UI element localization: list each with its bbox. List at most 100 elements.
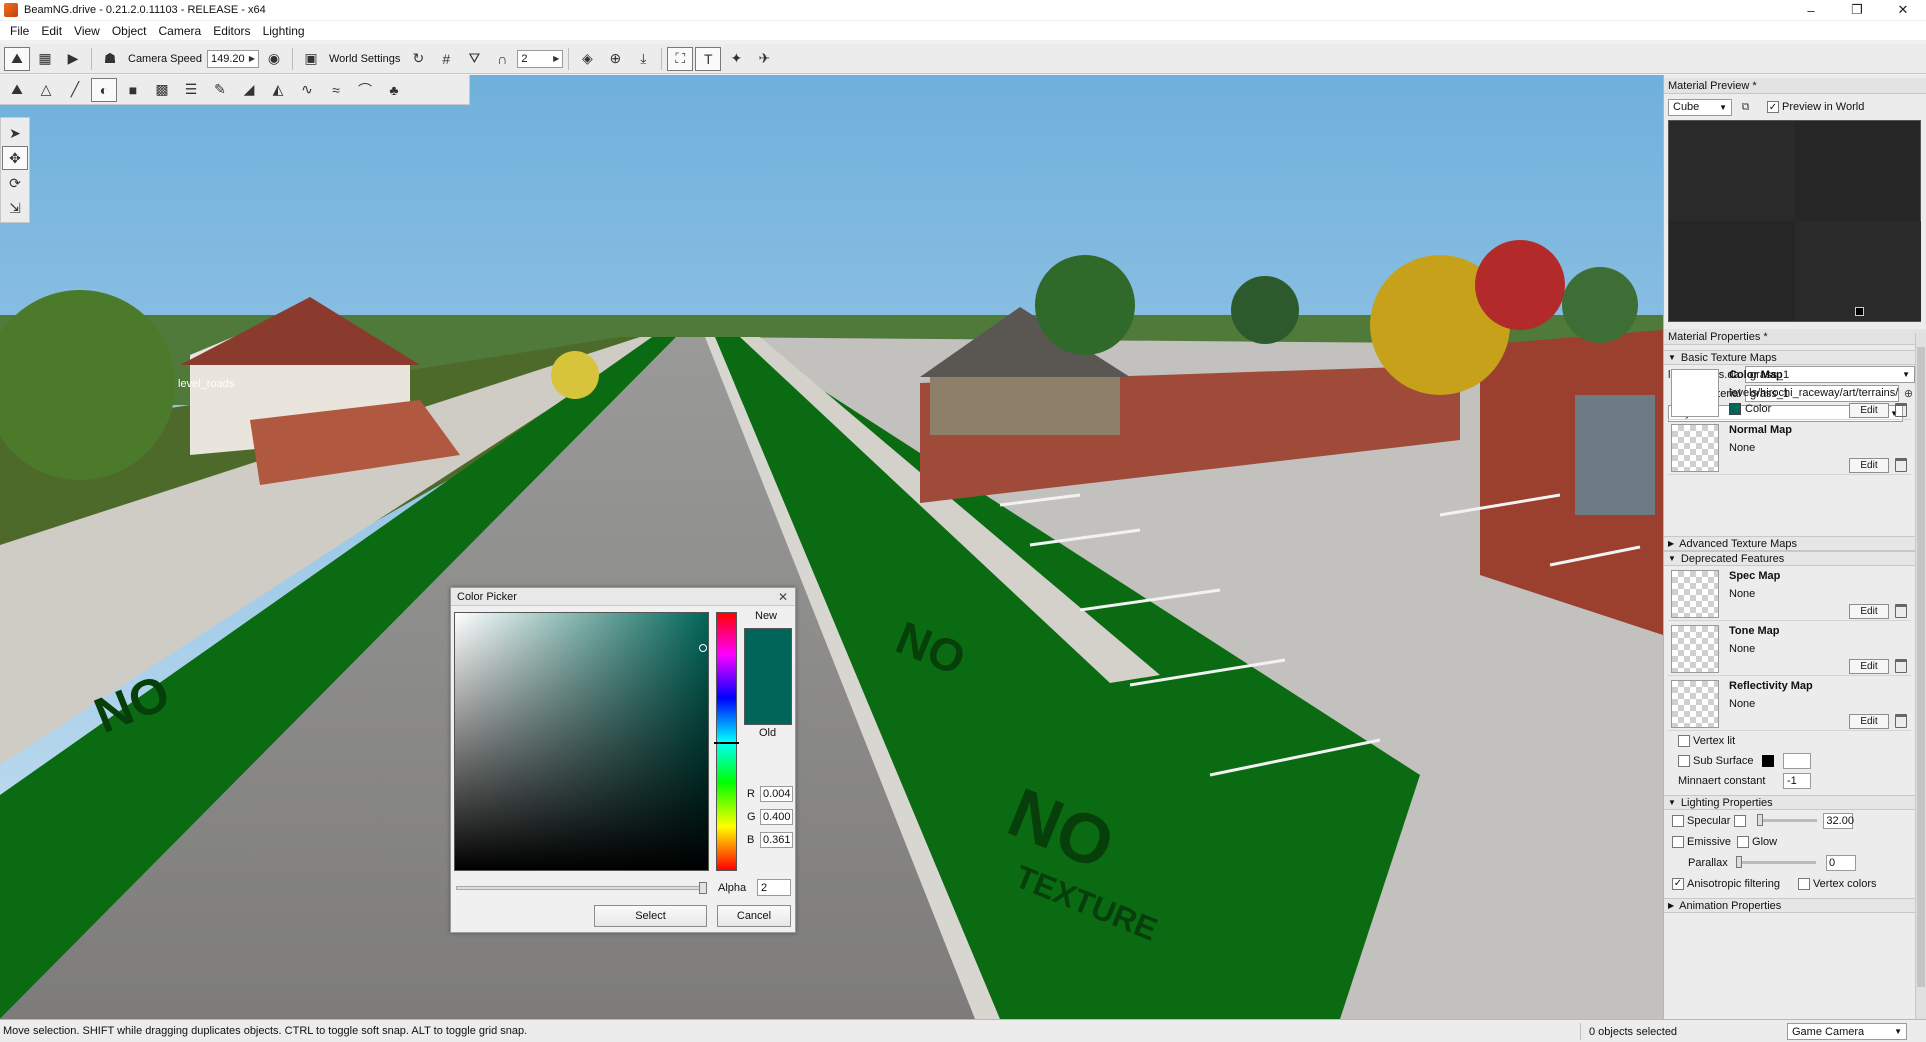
ramp-icon[interactable]: ◢ xyxy=(236,78,262,102)
rotate-icon[interactable]: ⟳ xyxy=(2,171,28,195)
spec-map-edit-button[interactable]: Edit xyxy=(1849,604,1889,619)
visibility-eye-icon[interactable]: ◉ xyxy=(261,47,287,71)
trash-icon[interactable] xyxy=(1895,659,1907,673)
select-arrow-icon[interactable]: ➤ xyxy=(2,121,28,145)
hue-slider[interactable] xyxy=(714,612,739,871)
landscape-icon[interactable]: ⛰ xyxy=(4,78,30,102)
spin-right-icon[interactable]: ▶ xyxy=(553,54,559,63)
color-map-edit-button[interactable]: Edit xyxy=(1849,403,1889,418)
menu-editors[interactable]: Editors xyxy=(207,24,256,38)
forest-icon[interactable]: ♣ xyxy=(381,78,407,102)
cube-icon[interactable]: ■ xyxy=(120,78,146,102)
scrollbar-thumb[interactable] xyxy=(1917,347,1925,987)
vehicle-icon[interactable]: ✦ xyxy=(723,47,749,71)
river-icon[interactable]: ≈ xyxy=(323,78,349,102)
trash-icon[interactable] xyxy=(1895,714,1907,728)
magnet-icon[interactable]: ∩ xyxy=(489,47,515,71)
3d-viewport[interactable]: level_roads NO TEXTURE NO NO xyxy=(0,75,1663,1019)
alpha-slider-handle[interactable] xyxy=(699,882,707,894)
brush-icon[interactable]: ✎ xyxy=(207,78,233,102)
terrain-paint-icon[interactable]: △ xyxy=(33,78,59,102)
specular-power-slider[interactable] xyxy=(1757,814,1818,826)
normal-map-thumbnail[interactable] xyxy=(1671,424,1719,472)
road-icon[interactable]: ╱ xyxy=(62,78,88,102)
fit-view-icon[interactable]: ⛶ xyxy=(667,46,694,71)
stack-icon[interactable]: ☰ xyxy=(178,78,204,102)
snap-rotate-icon[interactable]: ↻ xyxy=(405,47,431,71)
drop-at-camera-icon[interactable]: ⤓ xyxy=(630,47,656,71)
parallax-slider-handle[interactable] xyxy=(1736,856,1742,868)
menu-view[interactable]: View xyxy=(68,24,106,38)
camera-person-icon[interactable]: ☗ xyxy=(97,47,123,71)
close-button[interactable]: ✕ xyxy=(1880,0,1926,20)
color-map-thumbnail[interactable] xyxy=(1671,369,1719,417)
material-preview-viewport[interactable] xyxy=(1668,120,1921,322)
sv-cursor[interactable] xyxy=(699,644,707,652)
camera-speed-field[interactable]: 149.20 ▶ xyxy=(207,49,259,68)
menu-lighting[interactable]: Lighting xyxy=(257,24,311,38)
camera-mode-select[interactable]: Game Camera ▼ xyxy=(1787,1023,1907,1040)
tone-map-thumbnail[interactable] xyxy=(1671,625,1719,673)
menu-file[interactable]: File xyxy=(4,24,35,38)
scale-icon[interactable]: ⇲ xyxy=(2,196,28,220)
deprecated-features-section[interactable]: ▼ Deprecated Features xyxy=(1664,551,1915,566)
alpha-input[interactable]: 2 xyxy=(757,879,791,896)
spline-icon[interactable]: ∿ xyxy=(294,78,320,102)
minimize-button[interactable]: – xyxy=(1788,0,1834,20)
menu-edit[interactable]: Edit xyxy=(35,24,68,38)
specular-power-input[interactable]: 32.00 xyxy=(1823,812,1854,829)
reflectivity-map-thumbnail[interactable] xyxy=(1671,680,1719,728)
play-icon[interactable]: ▶ xyxy=(60,47,86,71)
bounds-center-icon[interactable]: ⊕ xyxy=(602,47,628,71)
menu-object[interactable]: Object xyxy=(106,24,153,38)
cancel-button[interactable]: Cancel xyxy=(717,905,791,927)
shape-icon[interactable]: ◭ xyxy=(265,78,291,102)
trash-icon[interactable] xyxy=(1895,604,1907,618)
tone-map-edit-button[interactable]: Edit xyxy=(1849,659,1889,674)
anisotropic-checkbox[interactable]: ✓ xyxy=(1672,877,1684,890)
color-swatch[interactable] xyxy=(1729,403,1741,415)
specular-color-swatch[interactable] xyxy=(1734,814,1747,827)
trash-icon[interactable] xyxy=(1895,458,1907,472)
grid-snap-icon[interactable]: # xyxy=(433,47,459,71)
specular-slider-handle[interactable] xyxy=(1757,814,1764,826)
properties-scrollbar[interactable] xyxy=(1915,333,1926,1019)
copy-icon[interactable]: ⧉ xyxy=(1738,100,1753,115)
specular-checkbox[interactable] xyxy=(1672,814,1684,827)
blue-input[interactable]: 0.361 xyxy=(760,832,793,848)
alpha-slider[interactable] xyxy=(456,886,706,890)
lighting-properties-section[interactable]: ▼ Lighting Properties xyxy=(1664,795,1915,810)
hue-marker[interactable] xyxy=(714,742,739,744)
vertex-lit-checkbox[interactable] xyxy=(1678,735,1690,747)
spin-right-icon[interactable]: ▶ xyxy=(249,54,255,63)
screenshot-icon[interactable]: ▣ xyxy=(298,47,324,71)
reflectivity-map-edit-button[interactable]: Edit xyxy=(1849,714,1889,729)
saturation-value-field[interactable] xyxy=(454,612,709,871)
world-settings-label[interactable]: World Settings xyxy=(326,53,403,65)
minnaert-input[interactable]: -1 xyxy=(1783,773,1811,789)
preview-shape-select[interactable]: Cube ▼ xyxy=(1668,98,1732,116)
close-icon[interactable]: ✕ xyxy=(778,590,788,604)
spec-map-thumbnail[interactable] xyxy=(1671,570,1719,618)
animation-properties-section[interactable]: ▶ Animation Properties xyxy=(1664,898,1915,913)
maximize-button[interactable]: ❐ xyxy=(1834,0,1880,20)
preview-in-world-checkbox[interactable]: ✓ xyxy=(1767,101,1779,113)
trash-icon[interactable] xyxy=(1895,403,1907,417)
vertex-colors-checkbox[interactable] xyxy=(1797,877,1810,890)
sub-surface-checkbox[interactable] xyxy=(1678,755,1690,767)
basic-texture-maps-section[interactable]: ▼ Basic Texture Maps xyxy=(1664,350,1915,365)
red-input[interactable]: 0.004 xyxy=(760,786,793,802)
text-tool-icon[interactable]: T xyxy=(695,46,722,71)
glow-checkbox[interactable] xyxy=(1737,835,1750,848)
green-input[interactable]: 0.400 xyxy=(760,809,793,825)
image-icon[interactable]: ▩ xyxy=(149,78,175,102)
advanced-texture-maps-section[interactable]: ▶ Advanced Texture Maps xyxy=(1664,536,1915,551)
emissive-checkbox[interactable] xyxy=(1672,835,1684,848)
normal-map-edit-button[interactable]: Edit xyxy=(1849,458,1889,473)
parallax-slider[interactable] xyxy=(1736,856,1816,868)
sub-surface-color-swatch[interactable] xyxy=(1761,755,1774,767)
select-button[interactable]: Select xyxy=(594,905,707,927)
gui-editor-icon[interactable]: ▦ xyxy=(32,47,58,71)
sub-surface-rolloff-input[interactable] xyxy=(1782,753,1811,769)
move-icon[interactable]: ✥ xyxy=(2,146,28,170)
